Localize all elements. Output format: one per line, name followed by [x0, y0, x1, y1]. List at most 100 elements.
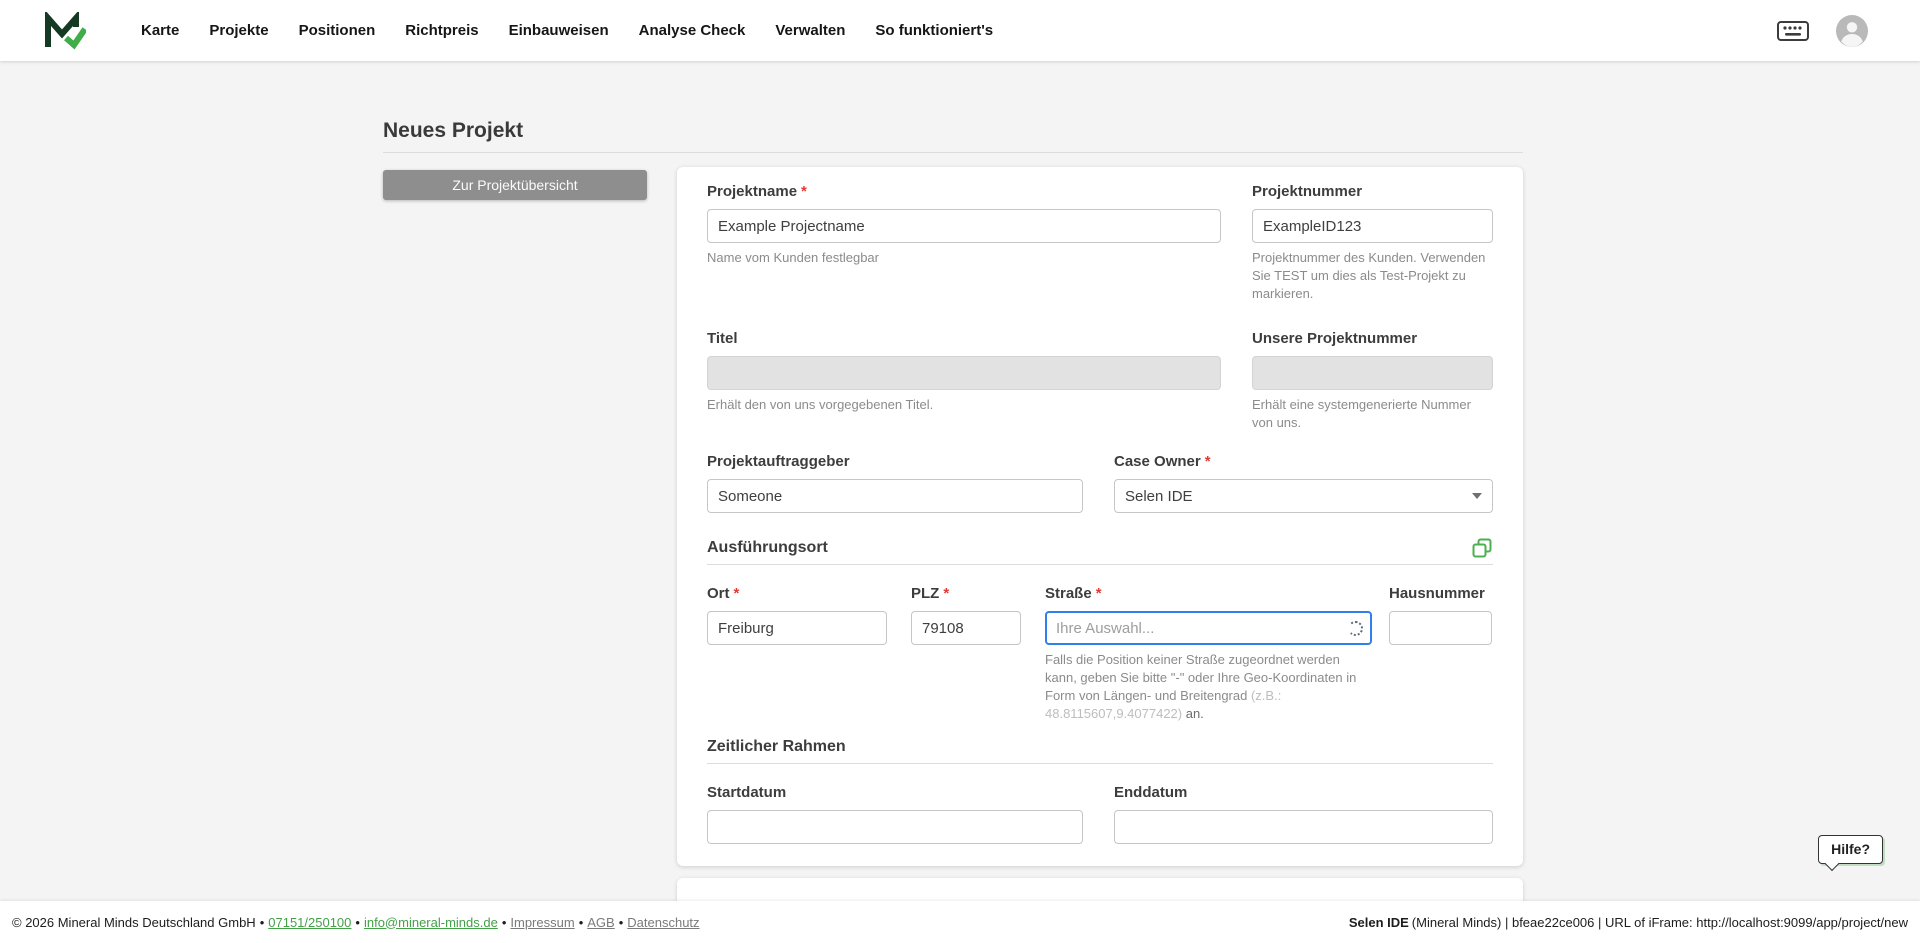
nav-item-analyse-check[interactable]: Analyse Check	[639, 22, 746, 39]
nav-item-positionen[interactable]: Positionen	[299, 22, 376, 39]
enddatum-input[interactable]	[1114, 810, 1493, 844]
ort-label: Ort*	[707, 585, 887, 603]
projektname-helper: Name vom Kunden festlegbar	[707, 249, 1221, 267]
projektname-label: Projektname*	[707, 183, 1221, 201]
keyboard-icon[interactable]	[1777, 21, 1809, 41]
strasse-helper-main: Falls die Position keiner Straße zugeord…	[1045, 652, 1356, 703]
ausfuehrungsort-section-header: Ausführungsort	[707, 536, 1493, 560]
titel-input	[707, 356, 1221, 390]
footer-separator: •	[355, 915, 360, 930]
projektnummer-field-group: Projektnummer Projektnummer des Kunden. …	[1252, 183, 1493, 303]
titel-label: Titel	[707, 330, 1221, 348]
enddatum-field-group: Enddatum	[1114, 784, 1493, 844]
required-asterisk: *	[734, 585, 740, 602]
plz-label: PLZ*	[911, 585, 1021, 603]
hausnummer-input[interactable]	[1389, 611, 1492, 645]
help-button[interactable]: Hilfe?	[1818, 835, 1883, 864]
footer-impressum-link[interactable]: Impressum	[510, 915, 574, 930]
copy-icon[interactable]	[1471, 537, 1493, 559]
navbar-right-controls	[1777, 15, 1868, 47]
titel-helper: Erhält den von uns vorgegebenen Titel.	[707, 396, 1221, 414]
plz-input[interactable]	[911, 611, 1021, 645]
strasse-input[interactable]	[1045, 611, 1372, 645]
user-avatar[interactable]	[1836, 15, 1868, 47]
case-owner-label-text: Case Owner	[1114, 453, 1201, 470]
footer-copyright: © 2026 Mineral Minds Deutschland GmbH	[12, 915, 256, 930]
main-navigation: Karte Projekte Positionen Richtpreis Ein…	[141, 22, 993, 39]
footer-left: © 2026 Mineral Minds Deutschland GmbH • …	[12, 915, 700, 930]
case-owner-selected-value: Selen IDE	[1125, 488, 1193, 505]
zeitlicher-rahmen-section-header: Zeitlicher Rahmen	[707, 735, 1493, 759]
case-owner-label: Case Owner*	[1114, 453, 1493, 471]
projektauftraggeber-label: Projektauftraggeber	[707, 453, 1083, 471]
form-row-dates: Startdatum Enddatum	[707, 784, 1493, 844]
footer-separator: •	[502, 915, 507, 930]
ort-label-text: Ort	[707, 585, 730, 602]
unsere-projektnummer-field-group: Unsere Projektnummer Erhält eine systemg…	[1252, 330, 1493, 432]
nav-item-karte[interactable]: Karte	[141, 22, 179, 39]
unsere-projektnummer-input	[1252, 356, 1493, 390]
footer-session-user: Selen IDE	[1349, 915, 1409, 930]
startdatum-label: Startdatum	[707, 784, 1083, 802]
brand-logo[interactable]	[44, 12, 86, 50]
footer-separator: •	[619, 915, 624, 930]
loading-spinner-icon	[1348, 621, 1363, 636]
section-divider	[707, 564, 1493, 565]
footer-separator: •	[260, 915, 265, 930]
hausnummer-field-group: Hausnummer	[1389, 585, 1492, 723]
startdatum-field-group: Startdatum	[707, 784, 1083, 844]
section-divider	[707, 763, 1493, 764]
mineral-minds-logo-icon	[44, 12, 86, 50]
back-to-project-overview-button[interactable]: Zur Projektübersicht	[383, 170, 647, 200]
footer-agb-link[interactable]: AGB	[587, 915, 614, 930]
new-project-form-card: Projektname* Name vom Kunden festlegbar …	[677, 167, 1523, 866]
strasse-field-group: Straße* Falls die Position keiner Straße…	[1045, 585, 1372, 723]
zeitlicher-rahmen-heading: Zeitlicher Rahmen	[707, 735, 846, 759]
footer-phone-link[interactable]: 07151/250100	[268, 915, 351, 930]
strasse-helper-suffix: an.	[1182, 706, 1204, 721]
nav-item-einbauweisen[interactable]: Einbauweisen	[509, 22, 609, 39]
form-row-address: Ort* PLZ* Straße* Falls die Position kei…	[707, 585, 1493, 723]
form-row-auftraggeber-owner: Projektauftraggeber Case Owner* Selen ID…	[707, 453, 1493, 513]
projektname-label-text: Projektname	[707, 183, 797, 200]
projektname-input[interactable]	[707, 209, 1221, 243]
title-divider	[383, 152, 1523, 153]
projektnummer-helper: Projektnummer des Kunden. Verwenden Sie …	[1252, 249, 1493, 303]
footer-email-link[interactable]: info@mineral-minds.de	[364, 915, 498, 930]
required-asterisk: *	[801, 183, 807, 200]
nav-item-verwalten[interactable]: Verwalten	[775, 22, 845, 39]
strasse-label-text: Straße	[1045, 585, 1092, 602]
footer-session-info: (Mineral Minds) | bfeae22ce006 | URL of …	[1412, 915, 1908, 930]
footer-separator: •	[579, 915, 584, 930]
plz-field-group: PLZ*	[911, 585, 1021, 723]
projektnummer-label: Projektnummer	[1252, 183, 1493, 201]
unsere-projektnummer-helper: Erhält eine systemgenerierte Nummer von …	[1252, 396, 1493, 432]
ort-field-group: Ort*	[707, 585, 887, 723]
required-asterisk: *	[1096, 585, 1102, 602]
nav-item-richtpreis[interactable]: Richtpreis	[405, 22, 478, 39]
enddatum-label: Enddatum	[1114, 784, 1493, 802]
page-title: Neues Projekt	[383, 119, 523, 143]
nav-item-so-funktionierts[interactable]: So funktioniert's	[875, 22, 993, 39]
startdatum-input[interactable]	[707, 810, 1083, 844]
projektauftraggeber-field-group: Projektauftraggeber	[707, 453, 1083, 513]
page-footer: © 2026 Mineral Minds Deutschland GmbH • …	[0, 901, 1920, 943]
ausfuehrungsort-heading: Ausführungsort	[707, 536, 828, 560]
hausnummer-label: Hausnummer	[1389, 585, 1492, 603]
required-asterisk: *	[943, 585, 949, 602]
titel-field-group: Titel Erhält den von uns vorgegebenen Ti…	[707, 330, 1221, 432]
projektnummer-input[interactable]	[1252, 209, 1493, 243]
projektauftraggeber-input[interactable]	[707, 479, 1083, 513]
form-row-titel-unsere-nummer: Titel Erhält den von uns vorgegebenen Ti…	[707, 330, 1493, 432]
plz-label-text: PLZ	[911, 585, 939, 602]
projektname-field-group: Projektname* Name vom Kunden festlegbar	[707, 183, 1221, 303]
strasse-helper: Falls die Position keiner Straße zugeord…	[1045, 651, 1372, 723]
footer-datenschutz-link[interactable]: Datenschutz	[627, 915, 699, 930]
ort-input[interactable]	[707, 611, 887, 645]
required-asterisk: *	[1205, 453, 1211, 470]
footer-right: Selen IDE (Mineral Minds) | bfeae22ce006…	[1349, 915, 1908, 930]
chevron-down-icon	[1472, 493, 1482, 499]
unsere-projektnummer-label: Unsere Projektnummer	[1252, 330, 1493, 348]
nav-item-projekte[interactable]: Projekte	[209, 22, 268, 39]
case-owner-select[interactable]: Selen IDE	[1114, 479, 1493, 513]
